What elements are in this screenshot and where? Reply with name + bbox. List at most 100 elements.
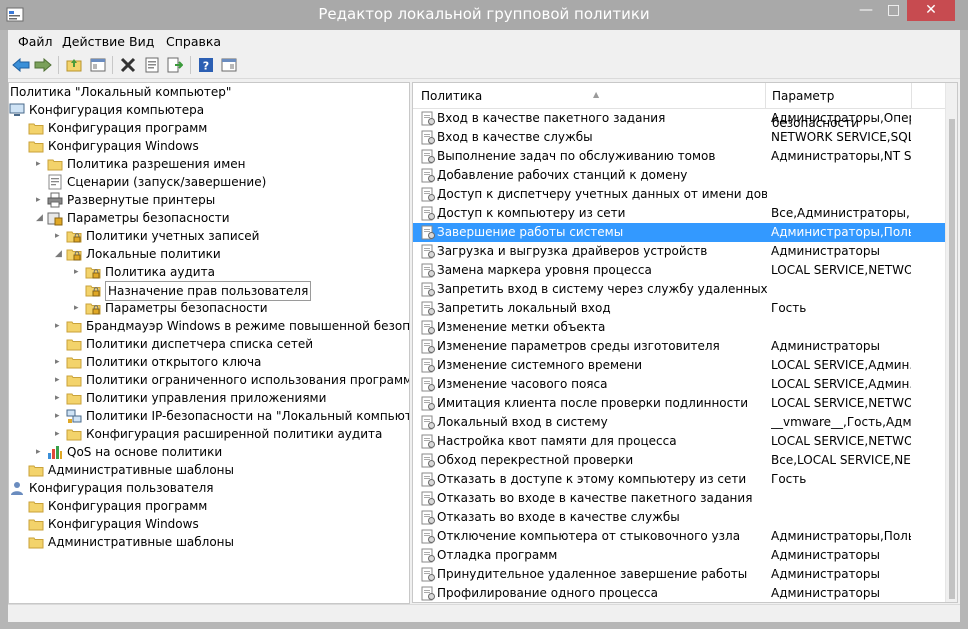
tree-node[interactable]: ▸Конфигурация пользователя (9, 479, 409, 497)
folder-icon (28, 123, 44, 135)
policy-row[interactable]: Добавление рабочих станций к домену (413, 166, 945, 185)
tree-node[interactable]: ▸ Политики учетных записей (53, 227, 409, 245)
policy-security-setting: LOCAL SERVICE,NETWO... (771, 263, 911, 277)
tree-node[interactable]: ▸ Брандмауэр Windows в режиме повышенной … (53, 317, 409, 335)
policy-row[interactable]: Изменение параметров среды изготовителя А… (413, 337, 945, 356)
back-icon[interactable] (12, 56, 30, 74)
policy-row[interactable]: Отладка программ Администраторы (413, 546, 945, 565)
tree-node[interactable]: ▸ Политики ограниченного использования пр… (53, 371, 409, 389)
tree-node[interactable]: ▸ Политики открытого ключа (53, 353, 409, 371)
expand-arrow-icon[interactable]: ▸ (36, 191, 46, 209)
maximize-button[interactable]: □ (880, 0, 907, 21)
forward-icon[interactable] (34, 56, 52, 74)
expand-arrow-icon[interactable]: ▸ (55, 371, 65, 389)
policy-row[interactable]: Обход перекрестной проверки Все,LOCAL SER… (413, 451, 945, 470)
policy-row[interactable]: Изменение часового пояса LOCAL SERVICE,Ад… (413, 375, 945, 394)
tree-node[interactable]: Административные шаблоны (15, 533, 409, 551)
menu-help[interactable]: Справка (166, 34, 221, 49)
column-header-security-setting[interactable]: Параметр безопасности (765, 83, 912, 130)
expand-arrow-icon[interactable]: ▸ (55, 389, 65, 407)
tree-node[interactable]: Конфигурация Windows (15, 137, 409, 155)
expand-arrow-icon[interactable]: ▸ (74, 299, 84, 317)
tree-node[interactable]: Политики диспетчера списка сетей (53, 335, 409, 353)
policy-row[interactable]: Изменение системного времени LOCAL SERVIC… (413, 356, 945, 375)
policy-row[interactable]: Вход в качестве пакетного задания Админис… (413, 109, 945, 128)
vertical-scrollbar[interactable] (945, 83, 957, 602)
tree-node[interactable]: ▸Конфигурация компьютера (9, 101, 409, 119)
expand-arrow-icon[interactable]: ▸ (36, 443, 46, 461)
expand-arrow-icon[interactable]: ▸ (55, 425, 65, 443)
app-window: Редактор локальной групповой политики — … (0, 0, 968, 629)
policy-row[interactable]: Доступ к диспетчеру учетных данных от им… (413, 185, 945, 204)
tree-node-label: Конфигурация Windows (48, 139, 199, 153)
policy-row[interactable]: Выполнение задач по обслуживанию томов Ад… (413, 147, 945, 166)
tree-node[interactable]: ▸ Политики IP-безопасности на "Локальный … (53, 407, 409, 425)
policy-setting-icon (421, 548, 435, 563)
tree-node[interactable]: ▸ Развернутые принтеры (34, 191, 409, 209)
column-header-policy[interactable]: Политика ▲ (421, 83, 599, 108)
tree-node[interactable]: ▸ Политика аудита (72, 263, 409, 281)
expand-arrow-icon[interactable]: ▸ (55, 353, 65, 371)
policy-row[interactable]: Запретить вход в систему через службу уд… (413, 280, 945, 299)
tree-node[interactable]: ▸ QoS на основе политики (34, 443, 409, 461)
show-hide-tree-icon[interactable] (89, 56, 107, 74)
tree-node[interactable]: Административные шаблоны (15, 461, 409, 479)
column-header-empty[interactable] (911, 83, 946, 108)
policy-row[interactable]: Локальный вход в систему __vmware__,Гость… (413, 413, 945, 432)
expand-arrow-icon[interactable]: ▸ (55, 317, 65, 335)
up-folder-icon[interactable] (65, 56, 83, 74)
properties-icon[interactable] (143, 56, 161, 74)
export-list-icon[interactable] (166, 56, 184, 74)
policy-row[interactable]: Отказать в доступе к этому компьютеру из… (413, 470, 945, 489)
policy-row[interactable]: Замена маркера уровня процесса LOCAL SERV… (413, 261, 945, 280)
close-button[interactable]: ✕ (907, 0, 955, 21)
policy-row[interactable]: Отказать во входе в качестве службы (413, 508, 945, 527)
tree-node[interactable]: ◢ Локальные политики (53, 245, 409, 263)
minimize-button[interactable]: — (852, 0, 880, 21)
policy-row[interactable]: Запретить локальный вход Гость (413, 299, 945, 318)
tree-node[interactable]: Конфигурация программ (15, 119, 409, 137)
show-hide-action-pane-icon[interactable] (220, 56, 238, 74)
policy-name: Запретить вход в систему через службу уд… (437, 282, 767, 296)
policy-row[interactable]: Имитация клиента после проверки подлинно… (413, 394, 945, 413)
tree-node[interactable]: ▸ Политика разрешения имен (34, 155, 409, 173)
tree-node[interactable]: Сценарии (запуск/завершение) (34, 173, 409, 191)
title-bar[interactable]: Редактор локальной групповой политики — … (0, 0, 968, 30)
policy-row-selected[interactable]: Завершение работы системы Администраторы,… (413, 223, 945, 242)
delete-icon[interactable] (119, 56, 137, 74)
tree-node[interactable]: ▸ Конфигурация расширенной политики аудит… (53, 425, 409, 443)
expand-arrow-icon[interactable]: ▸ (55, 227, 65, 245)
tree-node[interactable]: ▸ Параметры безопасности (72, 299, 409, 317)
tree-node[interactable]: Конфигурация программ (15, 497, 409, 515)
collapse-arrow-icon[interactable]: ◢ (36, 209, 46, 227)
policy-row[interactable]: Доступ к компьютеру из сети Все,Администр… (413, 204, 945, 223)
tree-node[interactable]: ▸ Политики управления приложениями (53, 389, 409, 407)
policy-row[interactable]: Отключение компьютера от стыковочного уз… (413, 527, 945, 546)
menu-file[interactable]: Файл (18, 34, 53, 49)
tree-node[interactable]: Политика "Локальный компьютер" (9, 83, 409, 101)
tree-node-label: Политики диспетчера списка сетей (86, 337, 314, 351)
help-icon[interactable]: ? (197, 56, 215, 74)
expand-arrow-icon[interactable]: ▸ (55, 407, 65, 425)
collapse-arrow-icon[interactable]: ◢ (55, 245, 65, 263)
policy-row[interactable]: Профилирование одного процесса Администра… (413, 584, 945, 602)
policy-row[interactable]: Загрузка и выгрузка драйверов устройств А… (413, 242, 945, 261)
policy-name: Настройка квот памяти для процесса (437, 434, 677, 448)
menu-action[interactable]: Действие (62, 34, 125, 49)
policy-row[interactable]: Принудительное удаленное завершение рабо… (413, 565, 945, 584)
tree-node[interactable]: Назначение прав пользователя (72, 281, 409, 301)
policy-row[interactable]: Изменение метки объекта (413, 318, 945, 337)
expand-arrow-icon[interactable]: ▸ (74, 263, 84, 281)
tree-node[interactable]: ◢ Параметры безопасности (34, 209, 409, 227)
policy-row[interactable]: Настройка квот памяти для процесса LOCAL … (413, 432, 945, 451)
policy-setting-icon (421, 529, 435, 544)
expand-arrow-icon[interactable]: ▸ (36, 155, 46, 173)
menu-view[interactable]: Вид (129, 34, 154, 49)
tree-node-label: Конфигурация программ (48, 499, 208, 513)
policy-setting-icon (421, 225, 435, 240)
scrollbar-thumb[interactable] (949, 119, 955, 599)
console-tree[interactable]: Политика "Локальный компьютер"▸Конфигура… (8, 82, 410, 604)
policy-row[interactable]: Вход в качестве службы NETWORK SERVICE,SQ… (413, 128, 945, 147)
policy-row[interactable]: Отказать во входе в качестве пакетного з… (413, 489, 945, 508)
tree-node[interactable]: Конфигурация Windows (15, 515, 409, 533)
